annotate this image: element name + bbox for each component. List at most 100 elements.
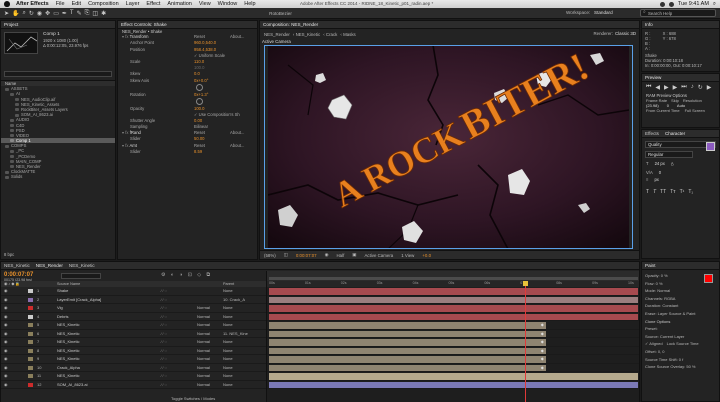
status-icon[interactable] (659, 1, 665, 7)
puppet-tool-icon[interactable]: ✱ (101, 10, 106, 17)
resolution-select[interactable]: Half (336, 253, 344, 258)
clone-overlay[interactable]: Clone Source Overlay: 50 % (645, 363, 716, 371)
breadcrumb-item[interactable]: NES_Render (264, 32, 290, 37)
layer-switches[interactable]: ⁄ ⁄ ◌ (161, 355, 167, 364)
layer-switches[interactable]: ⁄ ⁄ ◌ (161, 372, 167, 381)
roi-icon[interactable]: ▣ (352, 252, 356, 258)
paint-duration[interactable]: Duration: Constant (645, 302, 716, 310)
effect-property-value[interactable]: ✓ Use Composition's Sh (194, 112, 240, 117)
layer-name[interactable]: Shake (57, 287, 68, 296)
loop-icon[interactable]: ↻ (698, 84, 703, 91)
layer-label-color[interactable] (28, 365, 33, 370)
camera-select[interactable]: Active Camera (364, 253, 393, 258)
layer-row[interactable]: ◉ 10 Crack_Alpha ⁄ ⁄ ◌ Normal None (1, 364, 266, 373)
menu-animation[interactable]: Animation (167, 1, 191, 7)
angle-dial-icon[interactable] (196, 97, 203, 105)
pan-tool-icon[interactable]: ✥ (45, 10, 50, 17)
faux-italic-icon[interactable]: T (653, 189, 656, 195)
project-search-input[interactable] (4, 71, 112, 77)
visibility-icon[interactable]: ◉ (4, 330, 8, 339)
layer-name[interactable]: NES_Kinetic (57, 330, 79, 339)
layer-row[interactable]: ◉ 4 Debris ⁄ ⁄ ◌ Normal None (1, 313, 266, 322)
layer-parent[interactable]: None (223, 287, 233, 296)
next-frame-icon[interactable]: ▶ (673, 84, 678, 91)
effect-property-value[interactable]: 100.0 (194, 106, 204, 111)
layer-switches[interactable]: ⁄ ⁄ ◌ (161, 313, 167, 322)
workspace-select[interactable]: Standard (594, 10, 613, 15)
rotate-tool-icon[interactable]: ↻ (29, 10, 34, 17)
renderer-value[interactable]: Classic 3D (615, 31, 636, 36)
prev-frame-icon[interactable]: ◀ (655, 84, 660, 91)
paint-tab[interactable]: Paint (645, 263, 655, 268)
layer-label-color[interactable] (28, 382, 33, 387)
spotlight-icon[interactable]: ⌕ (713, 1, 716, 8)
visibility-icon[interactable]: ◉ (4, 372, 8, 381)
visibility-icon[interactable]: ◉ (4, 287, 8, 296)
preview-tab[interactable]: Preview (645, 75, 661, 80)
toggle-switches-modes[interactable]: Toggle Switches / Modes (171, 396, 215, 401)
hand-tool-icon[interactable]: ✋ (12, 10, 19, 17)
layer-mode[interactable]: Normal (197, 381, 210, 390)
layer-label-color[interactable] (28, 348, 33, 353)
clone-preset[interactable]: Preset: (645, 325, 716, 333)
rotobezier-checkbox[interactable]: RotoBezier (269, 11, 292, 16)
layer-duration-bar[interactable] (269, 339, 546, 346)
visibility-icon[interactable]: ◉ (4, 304, 8, 313)
layer-switches[interactable]: ⁄ ⁄ ◌ (161, 338, 167, 347)
effect-property-value[interactable]: 0x+1.3° (194, 92, 208, 97)
layer-name[interactable]: SOM_AI_8623.ai (57, 381, 87, 390)
effect-property-value[interactable]: Bilinear (194, 124, 208, 129)
eraser-tool-icon[interactable]: ◫ (92, 10, 98, 17)
small-caps-icon[interactable]: Tᴛ (670, 189, 675, 195)
layer-row[interactable]: ◉ 6 NES_Kinetic ⁄ ⁄ ◌ Normal 11. NES_Kine (1, 330, 266, 339)
layer-name[interactable]: Vig (57, 304, 63, 313)
visibility-icon[interactable]: ◉ (4, 313, 8, 322)
layer-duration-bar[interactable] (269, 288, 638, 295)
from-current-checkbox[interactable]: From Current Time (646, 108, 680, 113)
tracking-value[interactable]: 0 (659, 170, 661, 175)
timeline-search-input[interactable] (61, 273, 101, 279)
layer-duration-bar[interactable] (269, 296, 638, 303)
breadcrumb-item[interactable]: NES_Kinetic (296, 32, 321, 37)
layer-label-color[interactable] (28, 374, 33, 378)
effect-property-value[interactable]: 110.0 (194, 59, 204, 64)
keyframe-icon[interactable]: ◆ (541, 339, 544, 344)
layer-mode[interactable]: Normal (197, 364, 210, 373)
lock-source-checkbox[interactable]: Lock Source Time (667, 340, 699, 348)
effect-property-value[interactable]: 8.59 (194, 149, 202, 154)
layer-duration-bar[interactable] (269, 305, 638, 312)
effect-controls-tab[interactable]: Effect Controls: Shake (121, 22, 167, 27)
effect-property-value[interactable]: Reset (194, 34, 205, 39)
shape-tool-icon[interactable]: ▭ (53, 10, 59, 17)
layer-mode[interactable]: Normal (197, 330, 210, 339)
menu-help[interactable]: Help (244, 1, 255, 7)
last-frame-icon[interactable]: ⏭ (681, 84, 686, 91)
clone-source[interactable]: Source: Current Layer (645, 333, 716, 341)
keyframe-icon[interactable]: ◆ (541, 365, 544, 370)
timeline-tab[interactable]: NES_Kinetic (69, 263, 95, 268)
zoom-tool-icon[interactable]: ⌕ (23, 10, 26, 17)
keyframe-icon[interactable]: ◆ (541, 348, 544, 353)
layer-switches[interactable]: ⁄ ⁄ ◌ (161, 381, 167, 390)
layer-label-color[interactable] (28, 297, 33, 302)
layer-mode[interactable]: Normal (197, 355, 210, 364)
layer-name[interactable]: Crack_Alpha (57, 364, 80, 373)
layer-row[interactable]: ◉ 8 NES_Kinetic ⁄ ⁄ ◌ Normal None (1, 347, 266, 355)
project-item[interactable]: Solids (1, 174, 115, 179)
keyframe-icon[interactable]: ◆ (541, 322, 544, 327)
layer-row[interactable]: ◉ 12 SOM_AI_8623.ai ⁄ ⁄ ◌ Normal None (1, 381, 266, 390)
about-link[interactable]: About... (230, 143, 244, 148)
layer-label-color[interactable] (28, 306, 33, 310)
view-select[interactable]: 1 View (401, 253, 414, 258)
layer-name[interactable]: NES_Kinetic (57, 372, 79, 381)
layer-parent[interactable]: 11. NES_Kine (223, 330, 248, 339)
first-frame-icon[interactable]: ⏮ (646, 84, 651, 91)
menu-edit[interactable]: Edit (72, 1, 81, 7)
mute-icon[interactable]: ♪ (691, 84, 694, 91)
camera-icon[interactable]: ◉ (325, 252, 329, 258)
ram-preview-icon[interactable]: ▶ (707, 84, 712, 91)
effect-property-value[interactable]: 958.4,538.0 (194, 47, 216, 52)
text-tool-icon[interactable]: T (70, 10, 74, 16)
layer-mode[interactable]: Normal (197, 321, 210, 330)
search-help-input[interactable]: Search Help (640, 9, 716, 17)
